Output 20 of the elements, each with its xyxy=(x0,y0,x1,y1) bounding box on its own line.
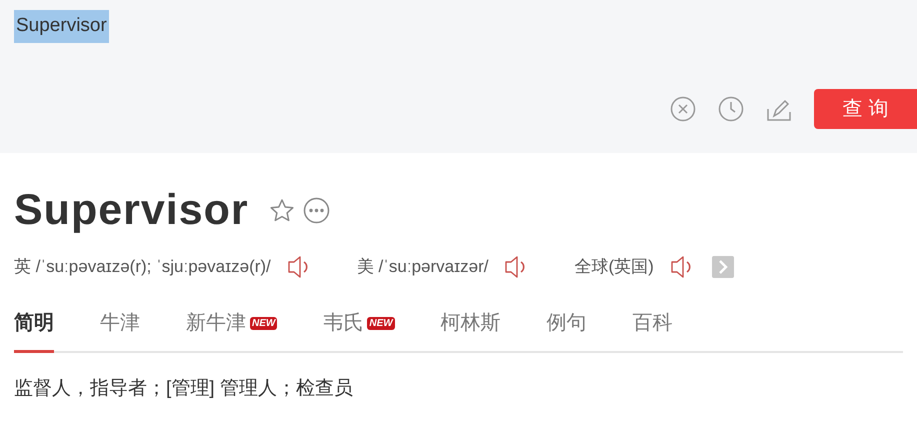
dictionary-tab[interactable]: 简明 xyxy=(14,308,54,353)
search-input-text[interactable]: Supervisor xyxy=(14,10,109,42)
dictionary-tab[interactable]: 百科 xyxy=(632,308,673,353)
search-button[interactable]: 查 询 xyxy=(814,89,917,129)
pronunciation-text: 美 /ˈsuːpərvaɪzər/ xyxy=(356,256,488,278)
new-tag: NEW xyxy=(367,316,395,330)
pronunciation-text: 全球(英国) xyxy=(574,256,654,278)
more-icon[interactable] xyxy=(302,197,330,224)
dictionary-tab[interactable]: 韦氏 NEW xyxy=(323,308,395,353)
star-icon[interactable] xyxy=(268,198,295,224)
new-tag: NEW xyxy=(250,316,278,330)
clock-icon[interactable] xyxy=(718,96,744,122)
dictionary-tab[interactable]: 新牛津 NEW xyxy=(186,308,278,353)
dictionary-tab[interactable]: 柯林斯 xyxy=(440,308,501,353)
dictionary-tab[interactable]: 例句 xyxy=(546,308,587,353)
definition-text: 监督人，指导者；[管理] 管理人；检查员 xyxy=(14,377,354,401)
dictionary-tab[interactable]: 牛津 xyxy=(100,308,140,353)
clear-icon[interactable] xyxy=(670,96,696,122)
pronunciation-text: 英 /ˈsuːpəvaɪzə(r); ˈsjuːpəvaɪzə(r)/ xyxy=(14,256,271,278)
headword: Supervisor xyxy=(14,189,249,232)
